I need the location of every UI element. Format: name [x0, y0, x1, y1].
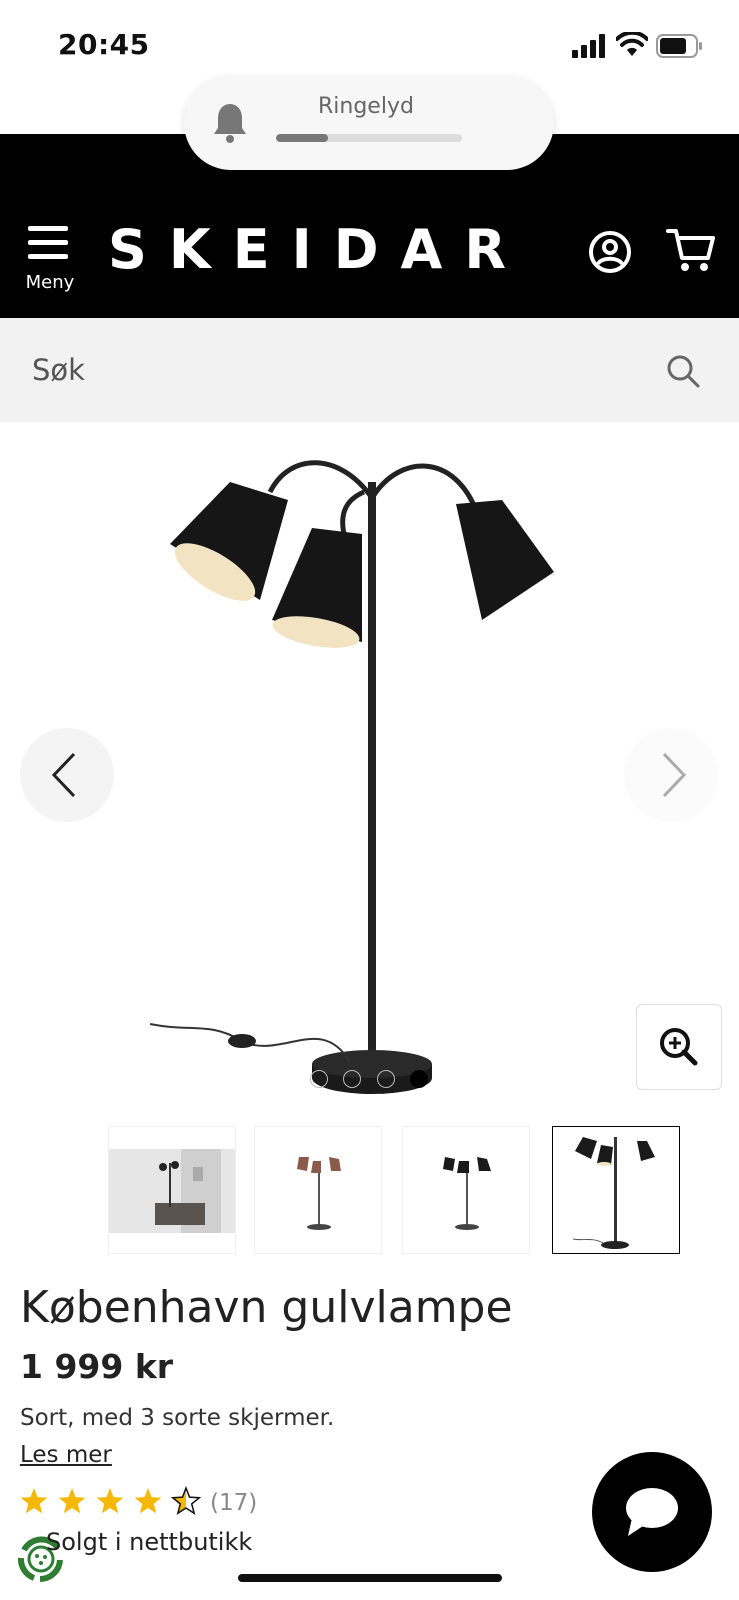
- product-title: København gulvlampe: [20, 1282, 513, 1333]
- thumbnail-image: [443, 1157, 491, 1230]
- review-count[interactable]: (17): [210, 1490, 257, 1516]
- thumbnail-2[interactable]: [254, 1126, 382, 1254]
- status-time: 20:45: [58, 28, 150, 61]
- thumbnail-1[interactable]: [108, 1126, 236, 1254]
- product-description: Sort, med 3 sorte skjermer.: [20, 1405, 335, 1431]
- thumbnail-image: [297, 1157, 341, 1230]
- search-input[interactable]: [30, 344, 634, 396]
- ringer-volume-hud: Ringelyd: [184, 76, 554, 170]
- menu-button[interactable]: Meny: [22, 226, 76, 298]
- next-image-button[interactable]: [624, 728, 718, 822]
- zoom-in-icon: [660, 1028, 698, 1066]
- signal-icon: [572, 34, 605, 58]
- star-icon: [58, 1488, 86, 1514]
- search-icon[interactable]: [666, 354, 700, 388]
- account-icon[interactable]: [588, 230, 632, 274]
- wifi-icon: [616, 32, 648, 56]
- product-image-carousel[interactable]: [0, 422, 739, 1122]
- bell-icon: [214, 104, 246, 143]
- previous-image-button[interactable]: [20, 728, 114, 822]
- chevron-left-icon: [51, 752, 76, 798]
- ringer-volume-fill: [276, 134, 329, 142]
- carousel-dot[interactable]: [343, 1070, 361, 1088]
- carousel-dot-active[interactable]: [410, 1070, 428, 1088]
- thumbnail-image: [572, 1137, 655, 1249]
- product-price: 1 999 kr: [20, 1347, 174, 1386]
- star-icon: [170, 1486, 202, 1515]
- battery-icon: [656, 34, 702, 58]
- thumbnail-4-active[interactable]: [552, 1126, 680, 1254]
- ringer-volume-bar: [276, 134, 462, 142]
- ringer-label: Ringelyd: [318, 94, 414, 119]
- chat-icon: [626, 1488, 678, 1536]
- home-indicator: [238, 1574, 502, 1582]
- zoom-button[interactable]: [636, 1004, 722, 1090]
- availability-text: Solgt i nettbutikk: [46, 1528, 253, 1556]
- carousel-dot[interactable]: [310, 1070, 328, 1088]
- cart-icon[interactable]: [666, 226, 716, 274]
- star-icon: [20, 1488, 48, 1514]
- thumbnail-image: [109, 1149, 235, 1233]
- search-bar: [0, 318, 739, 422]
- skeidar-logo[interactable]: SKEIDAR: [108, 218, 528, 281]
- chat-button[interactable]: [592, 1452, 712, 1572]
- thumbnail-3[interactable]: [402, 1126, 530, 1254]
- read-more-link[interactable]: Les mer: [20, 1442, 112, 1468]
- menu-label: Meny: [25, 272, 75, 293]
- product-image: [149, 460, 554, 1094]
- star-icon: [96, 1488, 124, 1514]
- chevron-right-icon: [662, 752, 687, 798]
- star-icon: [134, 1488, 162, 1514]
- rating-stars[interactable]: [20, 1486, 210, 1518]
- carousel-dot[interactable]: [377, 1070, 395, 1088]
